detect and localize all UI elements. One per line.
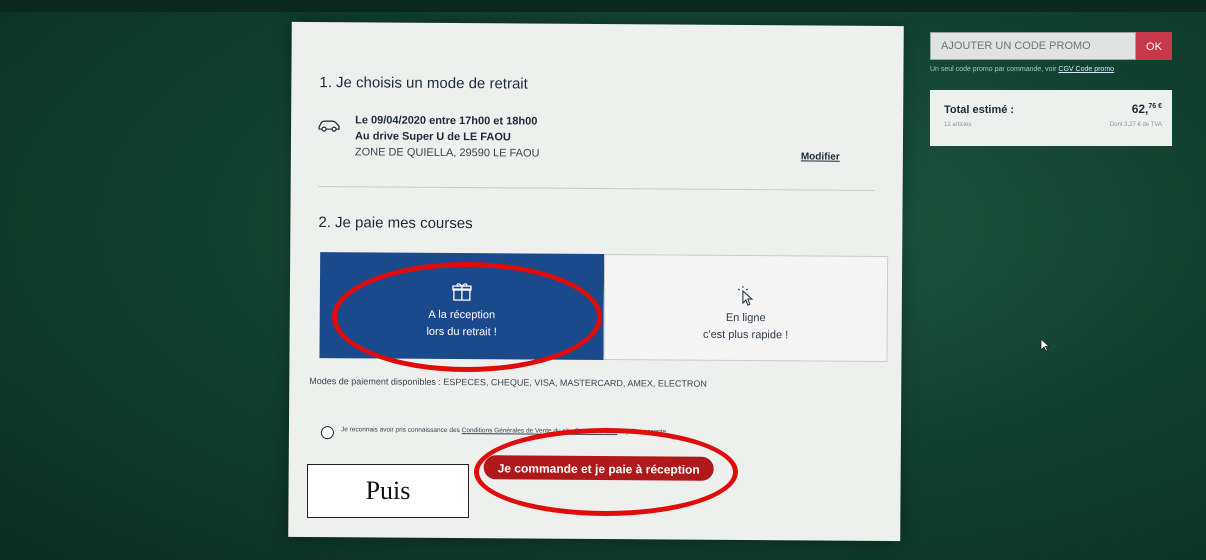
- promo-note: Un seul code promo par commande, voir CG…: [930, 66, 1114, 73]
- annotation-circle-order-button: [474, 428, 738, 516]
- tva-amount: Dont 3,27 € de TVA: [1109, 122, 1162, 128]
- step2-title: 2. Je paie mes courses: [318, 214, 473, 233]
- promo-ok-button[interactable]: OK: [1136, 32, 1172, 60]
- payment-option-online[interactable]: En ligne c'est plus rapide !: [603, 254, 889, 363]
- promo-code-input[interactable]: [930, 32, 1136, 60]
- total-label: Total estimé :: [944, 104, 1015, 116]
- terms-checkbox[interactable]: [320, 426, 334, 440]
- step1-title: 1. Je choisis un mode de retrait: [319, 74, 528, 93]
- screen-bezel: [0, 0, 1206, 12]
- payment-modes-text: Modes de paiement disponibles : ESPECES,…: [309, 376, 707, 389]
- promo-note-text: Un seul code promo par commande, voir: [930, 66, 1057, 73]
- option-label-primary: En ligne: [725, 311, 766, 325]
- total-amount-int: 62,: [1131, 102, 1149, 116]
- total-summary-card: Total estimé : 12 articles 62,76 € Dont …: [930, 90, 1172, 146]
- mouse-cursor-icon: [1040, 338, 1050, 352]
- promo-terms-link[interactable]: CGV Code promo: [1058, 66, 1114, 73]
- pickup-store: Au drive Super U de LE FAOU: [354, 130, 511, 144]
- car-icon: [318, 120, 340, 132]
- annotation-circle-payment-option: [332, 262, 602, 372]
- section-divider: [318, 186, 875, 191]
- total-amount-dec: 76 €: [1148, 103, 1162, 110]
- annotation-puis-label: Puis: [307, 464, 469, 518]
- option-label-secondary: c'est plus rapide !: [702, 328, 789, 342]
- pickup-date: Le 09/04/2020 entre 17h00 et 18h00: [355, 114, 538, 128]
- article-count: 12 articles: [944, 122, 972, 128]
- terms-prefix: Je reconnais avoir pris connaissance des: [340, 426, 460, 435]
- pickup-address: ZONE DE QUIELLA, 29590 LE FAOU: [354, 146, 540, 160]
- total-amount: 62,76 €: [1132, 102, 1162, 116]
- pointer-click-icon: [737, 286, 754, 306]
- modify-link[interactable]: Modifier: [801, 151, 840, 162]
